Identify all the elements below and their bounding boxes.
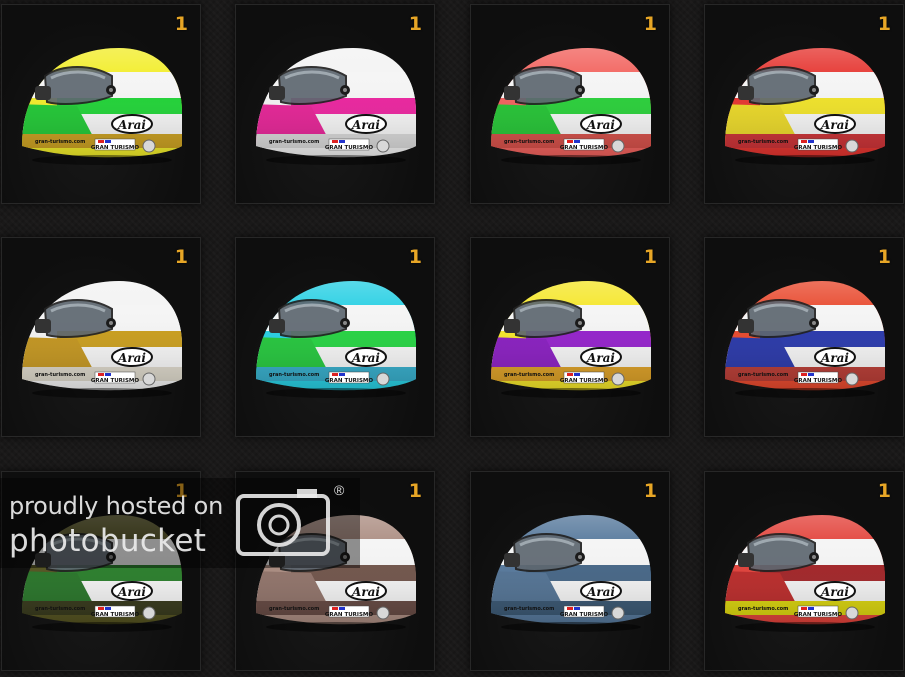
helmet-image: Arai GRAN TURISMO gran-turismo.com	[251, 267, 421, 412]
svg-text:Arai: Arai	[820, 351, 849, 365]
helmet-count: 1	[643, 13, 657, 35]
svg-text:Arai: Arai	[820, 118, 849, 132]
svg-text:Arai: Arai	[117, 351, 146, 365]
helmet-count: 1	[877, 246, 891, 268]
svg-text:Arai: Arai	[117, 118, 146, 132]
svg-text:GRAN TURISMO: GRAN TURISMO	[560, 145, 608, 151]
svg-text:Arai: Arai	[820, 585, 849, 599]
svg-text:GRAN TURISMO: GRAN TURISMO	[91, 145, 139, 151]
helmet-count: 1	[408, 480, 422, 502]
helmet-count: 1	[174, 480, 188, 502]
helmet-count: 1	[877, 480, 891, 502]
helmet-count: 1	[643, 246, 657, 268]
helmet-image: Arai GRAN TURISMO gran-turismo.com	[17, 267, 187, 412]
helmet-image: Arai GRAN TURISMO gran-turismo.com	[251, 34, 421, 179]
svg-text:Arai: Arai	[586, 351, 615, 365]
helmet-grid: Arai GRAN TURISMO gran-turismo.com 1 Ara…	[0, 0, 905, 677]
helmet-count: 1	[174, 13, 188, 35]
svg-text:GRAN TURISMO: GRAN TURISMO	[560, 378, 608, 384]
helmet-card[interactable]: Arai GRAN TURISMO gran-turismo.com 1	[470, 237, 670, 437]
svg-text:GRAN TURISMO: GRAN TURISMO	[91, 612, 139, 618]
helmet-card[interactable]: Arai GRAN TURISMO gran-turismo.com 1	[235, 471, 435, 671]
svg-text:GRAN TURISMO: GRAN TURISMO	[794, 145, 842, 151]
svg-text:Arai: Arai	[351, 351, 380, 365]
helmet-card[interactable]: Arai GRAN TURISMO gran-turismo.com 1	[235, 237, 435, 437]
helmet-image: Arai GRAN TURISMO gran-turismo.com	[251, 501, 421, 646]
svg-text:gran-turismo.com: gran-turismo.com	[35, 139, 85, 145]
svg-text:Arai: Arai	[117, 585, 146, 599]
helmet-count: 1	[643, 480, 657, 502]
helmet-image: Arai GRAN TURISMO gran-turismo.com	[17, 34, 187, 179]
helmet-count: 1	[174, 246, 188, 268]
helmet-image: Arai GRAN TURISMO gran-turismo.com	[486, 501, 656, 646]
svg-text:GRAN TURISMO: GRAN TURISMO	[560, 612, 608, 618]
helmet-card[interactable]: Arai GRAN TURISMO gran-turismo.com 1	[1, 4, 201, 204]
helmet-image: Arai GRAN TURISMO gran-turismo.com	[486, 34, 656, 179]
svg-text:gran-turismo.com: gran-turismo.com	[269, 606, 319, 612]
svg-text:Arai: Arai	[351, 585, 380, 599]
helmet-card[interactable]: Arai GRAN TURISMO gran-turismo.com 1	[704, 4, 904, 204]
helmet-card[interactable]: Arai GRAN TURISMO gran-turismo.com 1	[235, 4, 435, 204]
helmet-card[interactable]: Arai GRAN TURISMO gran-turismo.com 1	[470, 4, 670, 204]
svg-text:gran-turismo.com: gran-turismo.com	[738, 372, 788, 378]
svg-text:gran-turismo.com: gran-turismo.com	[269, 139, 319, 145]
svg-text:gran-turismo.com: gran-turismo.com	[35, 606, 85, 612]
helmet-image: Arai GRAN TURISMO gran-turismo.com	[17, 501, 187, 646]
svg-text:gran-turismo.com: gran-turismo.com	[504, 139, 554, 145]
svg-text:GRAN TURISMO: GRAN TURISMO	[325, 612, 373, 618]
helmet-card[interactable]: Arai GRAN TURISMO gran-turismo.com 1	[1, 237, 201, 437]
helmet-image: Arai GRAN TURISMO gran-turismo.com	[720, 267, 890, 412]
helmet-count: 1	[408, 246, 422, 268]
svg-text:gran-turismo.com: gran-turismo.com	[738, 139, 788, 145]
svg-text:Arai: Arai	[586, 118, 615, 132]
helmet-card[interactable]: Arai GRAN TURISMO gran-turismo.com 1	[704, 237, 904, 437]
svg-text:Arai: Arai	[586, 585, 615, 599]
helmet-image: Arai GRAN TURISMO gran-turismo.com	[720, 34, 890, 179]
helmet-card[interactable]: Arai GRAN TURISMO gran-turismo.com 1	[470, 471, 670, 671]
helmet-count: 1	[408, 13, 422, 35]
svg-text:GRAN TURISMO: GRAN TURISMO	[325, 378, 373, 384]
svg-text:GRAN TURISMO: GRAN TURISMO	[794, 378, 842, 384]
svg-text:gran-turismo.com: gran-turismo.com	[504, 606, 554, 612]
svg-text:GRAN TURISMO: GRAN TURISMO	[325, 145, 373, 151]
svg-text:GRAN TURISMO: GRAN TURISMO	[794, 612, 842, 618]
svg-text:gran-turismo.com: gran-turismo.com	[35, 372, 85, 378]
svg-text:gran-turismo.com: gran-turismo.com	[269, 372, 319, 378]
helmet-image: Arai GRAN TURISMO gran-turismo.com	[486, 267, 656, 412]
helmet-card[interactable]: Arai GRAN TURISMO gran-turismo.com 1	[1, 471, 201, 671]
svg-text:gran-turismo.com: gran-turismo.com	[738, 606, 788, 612]
svg-text:GRAN TURISMO: GRAN TURISMO	[91, 378, 139, 384]
helmet-image: Arai GRAN TURISMO gran-turismo.com	[720, 501, 890, 646]
svg-text:Arai: Arai	[351, 118, 380, 132]
helmet-card[interactable]: Arai GRAN TURISMO gran-turismo.com 1	[704, 471, 904, 671]
helmet-count: 1	[877, 13, 891, 35]
svg-text:gran-turismo.com: gran-turismo.com	[504, 372, 554, 378]
